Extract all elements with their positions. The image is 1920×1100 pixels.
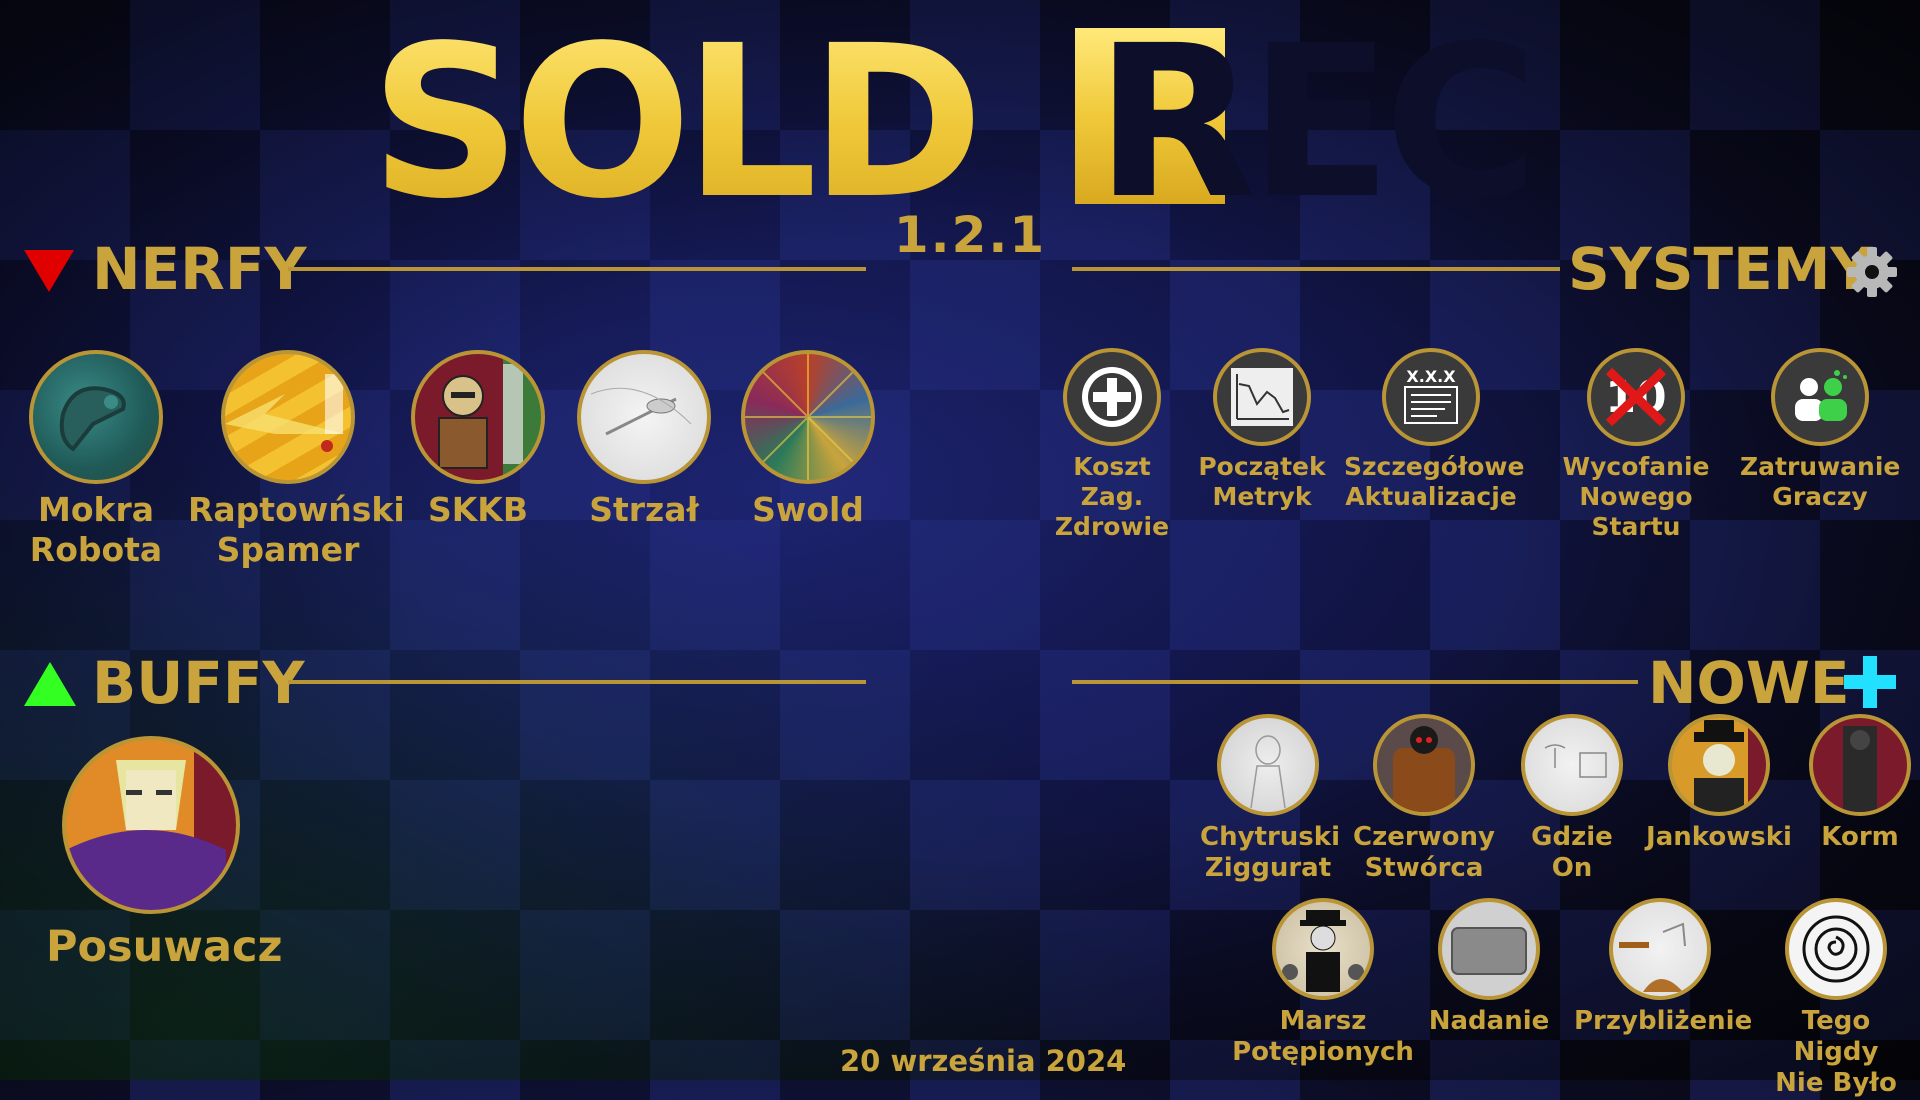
nerf-item-mokra-robota[interactable]: Mokra Robota <box>18 350 174 569</box>
plus-icon <box>1844 656 1896 708</box>
item-label: Szczegółowe Aktualizacje <box>1344 452 1525 511</box>
avatar <box>1809 714 1911 816</box>
item-label: Zatruwanie Graczy <box>1740 452 1901 511</box>
divider-nerfy <box>288 267 866 271</box>
avatar <box>62 736 240 914</box>
section-title-systemy: SYSTEMY <box>1568 235 1873 303</box>
item-label: Swold <box>752 490 864 529</box>
avatar <box>1609 898 1711 1000</box>
system-item-szczegolowe-aktualizacje[interactable]: X.X.X Szczegółowe Aktualizacje <box>1344 348 1525 512</box>
nerf-item-skkb[interactable]: SKKB <box>400 350 556 530</box>
item-label: Nadanie <box>1428 1006 1550 1036</box>
triangle-down-icon <box>24 250 74 292</box>
document-icon-text: X.X.X <box>1406 367 1456 386</box>
avatar <box>1063 348 1161 446</box>
nerf-item-swold[interactable]: Swold <box>730 350 886 530</box>
buff-item-posuwacz[interactable]: Posuwacz <box>46 736 283 974</box>
item-label: Tego Nigdy Nie Było <box>1775 1006 1897 1099</box>
avatar <box>741 350 875 484</box>
plus-circle-icon <box>1082 367 1142 427</box>
avatar <box>1213 348 1311 446</box>
soldrec-logo: SOLD REC <box>370 10 1530 210</box>
new-item-przyblizenie[interactable]: Przybliżenie <box>1574 898 1753 1037</box>
system-item-koszt-zag-zdrowie[interactable]: Koszt Zag. Zdrowie <box>1040 348 1184 542</box>
avatar <box>29 350 163 484</box>
avatar: X.X.X <box>1382 348 1480 446</box>
item-label: Początek Metryk <box>1198 452 1326 511</box>
item-label: Koszt Zag. Zdrowie <box>1054 452 1170 541</box>
system-item-poczatek-metryk[interactable]: Początek Metryk <box>1196 348 1328 512</box>
item-label: Mokra Robota <box>29 490 163 569</box>
avatar: 10 <box>1587 348 1685 446</box>
item-label: Przybliżenie <box>1574 1006 1753 1036</box>
item-label: Strzał <box>589 490 699 529</box>
new-item-chytruski-ziggurat[interactable]: Chytruski Ziggurat <box>1200 714 1340 884</box>
item-label: Czerwony Stwórca <box>1352 822 1495 884</box>
item-label: Korm <box>1821 822 1899 852</box>
item-label: Chytruski Ziggurat <box>1200 822 1340 884</box>
avatar <box>1771 348 1869 446</box>
new-item-korm[interactable]: Korm <box>1808 714 1912 853</box>
avatar <box>1521 714 1623 816</box>
divider-systemy <box>1072 267 1560 271</box>
item-label: Gdzie On <box>1531 822 1613 884</box>
triangle-up-icon <box>24 662 76 706</box>
logo-part-rec: REC <box>1095 10 1530 210</box>
logo-part-sold: SOLD <box>370 10 976 210</box>
item-label: Jankowski <box>1646 822 1792 852</box>
item-label: SKKB <box>427 490 529 529</box>
avatar <box>577 350 711 484</box>
item-label: Raptowński Spamer <box>188 490 405 569</box>
section-title-nerfy: NERFY <box>92 235 307 303</box>
new-item-marsz-potepionych[interactable]: Marsz Potępionych <box>1230 898 1416 1068</box>
chart-icon <box>1231 368 1293 426</box>
item-label: Wycofanie Nowego Startu <box>1562 452 1710 541</box>
document-icon <box>1404 386 1458 424</box>
avatar <box>1438 898 1540 1000</box>
new-item-czerwony-stworca[interactable]: Czerwony Stwórca <box>1352 714 1496 884</box>
new-item-nadanie[interactable]: Nadanie <box>1424 898 1554 1037</box>
system-item-zatruwanie-graczy[interactable]: Zatruwanie Graczy <box>1740 348 1900 512</box>
new-item-tego-nigdy-nie-bylo[interactable]: Tego Nigdy Nie Było <box>1756 898 1916 1100</box>
release-date: 20 września 2024 <box>840 1044 1127 1078</box>
nerf-item-raptowski-spamer[interactable]: Raptowński Spamer <box>188 350 405 569</box>
avatar <box>411 350 545 484</box>
new-item-gdzie-on[interactable]: Gdzie On <box>1520 714 1624 884</box>
avatar <box>221 350 355 484</box>
rose-icon <box>1802 915 1870 983</box>
divider-nowe <box>1072 680 1638 684</box>
avatar <box>1785 898 1887 1000</box>
cross-icon <box>1605 367 1667 427</box>
avatar <box>1668 714 1770 816</box>
divider-buffy <box>288 680 866 684</box>
avatar <box>1373 714 1475 816</box>
users-icon <box>1795 370 1847 421</box>
nerf-item-strzal[interactable]: Strzał <box>566 350 722 530</box>
section-title-nowe: NOWE <box>1648 649 1850 717</box>
avatar <box>1217 714 1319 816</box>
item-label: Posuwacz <box>46 922 283 972</box>
avatar <box>1272 898 1374 1000</box>
gear-icon <box>1847 247 1897 297</box>
system-item-wycofanie-nowego-startu[interactable]: 10 Wycofanie Nowego Startu <box>1538 348 1734 542</box>
section-title-buffy: BUFFY <box>92 649 305 717</box>
item-label: Marsz Potępionych <box>1232 1006 1414 1068</box>
new-item-jankowski[interactable]: Jankowski <box>1644 714 1794 853</box>
